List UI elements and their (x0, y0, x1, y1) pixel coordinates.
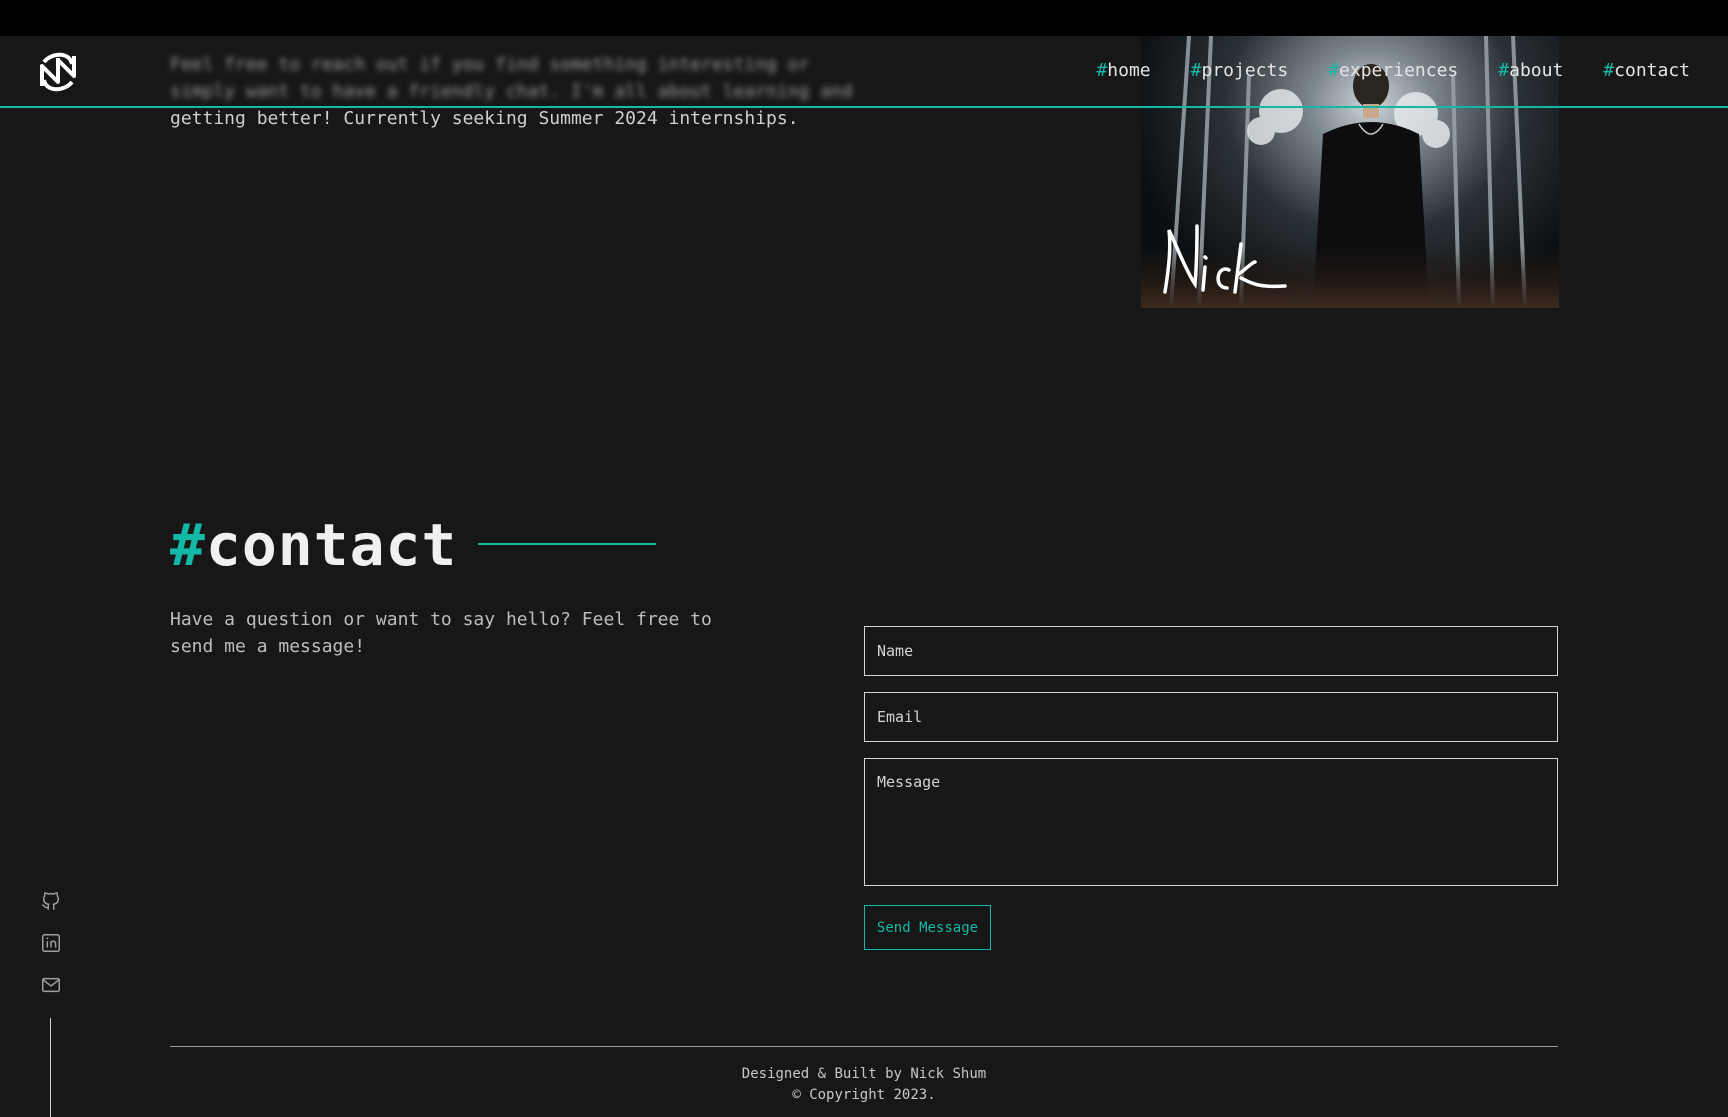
nav-link-projects[interactable]: #projects (1191, 60, 1289, 81)
linkedin-icon[interactable] (40, 932, 62, 954)
nav-link-about[interactable]: #about (1498, 60, 1563, 81)
main-nav: #home #projects #experiences #about #con… (1096, 60, 1690, 81)
social-divider-line (50, 1018, 51, 1117)
github-icon[interactable] (40, 890, 62, 912)
site-header: #home #projects #experiences #about #con… (0, 36, 1728, 108)
contact-description: Have a question or want to say hello? Fe… (170, 609, 712, 657)
name-field[interactable] (864, 626, 1558, 676)
email-field[interactable] (864, 692, 1558, 742)
footer-credit: Designed & Built by Nick Shum (741, 1066, 987, 1082)
contact-heading-line (478, 543, 656, 545)
message-field[interactable] (864, 758, 1558, 886)
nav-link-contact[interactable]: #contact (1603, 60, 1690, 81)
browser-top-bar (0, 0, 1728, 36)
footer-divider (170, 1046, 1558, 1047)
site-logo[interactable] (38, 50, 78, 92)
footer-copyright: © Copyright 2023. (792, 1087, 936, 1103)
social-links (40, 890, 62, 1016)
nav-link-home[interactable]: #home (1096, 60, 1150, 81)
contact-heading: #contact (170, 511, 458, 579)
header-divider (0, 106, 1728, 108)
intro-line-3: getting better! Currently seeking Summer… (170, 108, 799, 129)
site-footer: Designed & Built by Nick Shum © Copyrigh… (170, 1064, 1558, 1106)
mail-icon[interactable] (40, 974, 62, 996)
nav-link-experiences[interactable]: #experiences (1328, 60, 1458, 81)
send-message-button[interactable]: Send Message (864, 905, 991, 950)
signature-graphic (1163, 224, 1287, 294)
